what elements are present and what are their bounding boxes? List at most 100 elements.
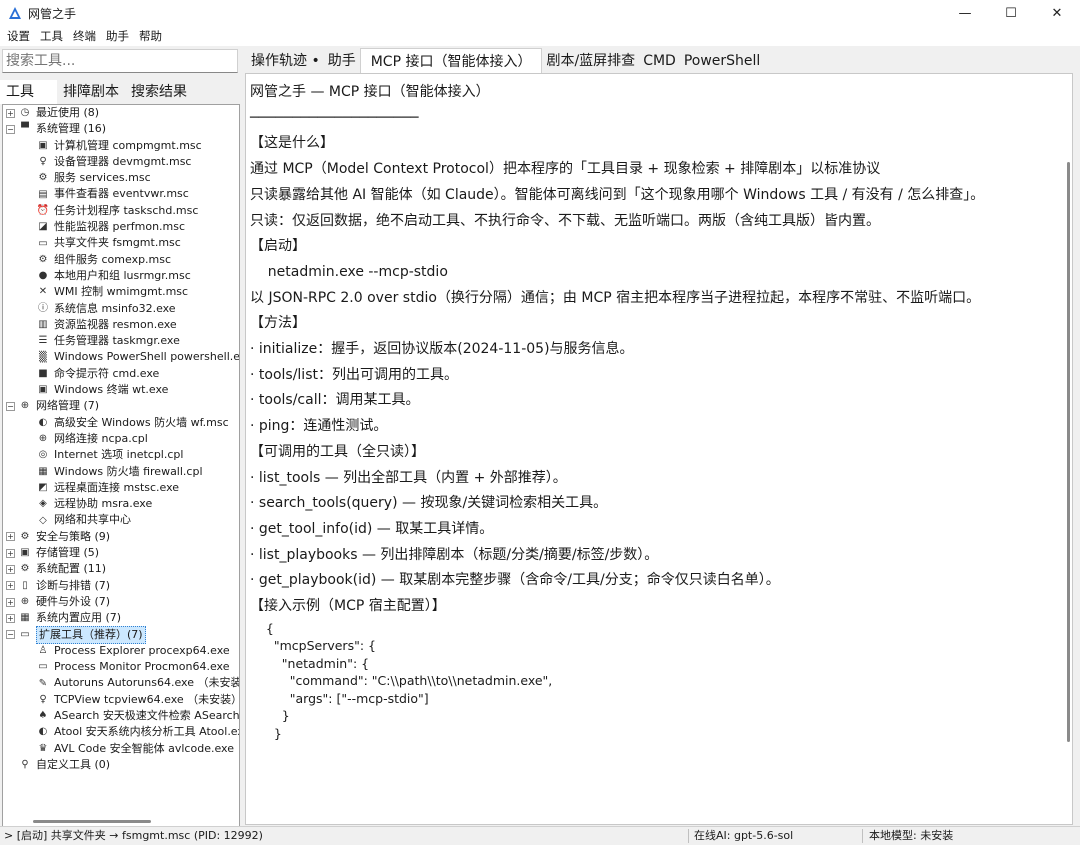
tree-label: Process Monitor Procmon64.exe xyxy=(54,660,230,674)
tree-item[interactable]: ⊕ 网络连接 ncpa.cpl xyxy=(3,431,239,447)
tree-item[interactable]: ◐ 高级安全 Windows 防火墙 wf.msc xyxy=(3,415,239,431)
tab-action-trace[interactable]: 操作轨迹 • xyxy=(247,48,324,74)
expand-icon[interactable]: + xyxy=(6,613,15,623)
tree-category[interactable]: + ▯ 诊断与排错 (7) xyxy=(3,578,239,594)
menu-tools[interactable]: 工具 xyxy=(35,26,68,46)
tab-mcp-interface[interactable]: MCP 接口（智能体接入） xyxy=(359,48,543,74)
tree-item[interactable]: ◈ 远程协助 msra.exe xyxy=(3,496,239,512)
tree-item[interactable]: ▥ 资源监视器 resmon.exe xyxy=(3,317,239,333)
expand-icon[interactable]: + xyxy=(6,597,15,607)
tree-horizontal-scrollbar[interactable] xyxy=(33,820,151,823)
doc-line: 【可调用的工具（全只读）】 xyxy=(250,443,425,460)
tree-item[interactable]: ▭ Process Monitor Procmon64.exe xyxy=(3,659,239,675)
tree-item[interactable]: ▣ 计算机管理 compmgmt.msc xyxy=(3,138,239,154)
tree-category[interactable]: + ⚙ 系统配置 (11) xyxy=(3,561,239,577)
tree-category[interactable]: ⚲ 自定义工具 (0) xyxy=(3,757,239,773)
maximize-button[interactable]: ☐ xyxy=(988,0,1034,26)
performance-chart-icon: ◪ xyxy=(38,221,48,233)
tree-item[interactable]: ⚙ 组件服务 comexp.msc xyxy=(3,252,239,268)
minimize-button[interactable]: — xyxy=(942,0,988,26)
expand-icon[interactable]: + xyxy=(6,108,15,118)
tree-item[interactable]: ⓘ 系统信息 msinfo32.exe xyxy=(3,301,239,317)
tree-category[interactable]: + ▣ 存储管理 (5) xyxy=(3,545,239,561)
collapse-icon[interactable]: − xyxy=(6,630,15,640)
tree-item[interactable]: ⏰ 任务计划程序 taskschd.msc xyxy=(3,203,239,219)
menu-assistant[interactable]: 助手 xyxy=(101,26,134,46)
tab-tools[interactable]: 工具 xyxy=(0,80,57,104)
tree-item[interactable]: ▦ Windows 防火墙 firewall.cpl xyxy=(3,464,239,480)
tree-item[interactable]: ◩ 远程桌面连接 mstsc.exe xyxy=(3,480,239,496)
menu-help[interactable]: 帮助 xyxy=(134,26,167,46)
tree-item[interactable]: ◎ Internet 选项 inetcpl.cpl xyxy=(3,447,239,463)
tree-category[interactable]: + ⚙ 安全与策略 (9) xyxy=(3,529,239,545)
tree-label: 计算机管理 compmgmt.msc xyxy=(54,138,202,152)
tree-item[interactable]: ✕ WMI 控制 wmimgmt.msc xyxy=(3,284,239,300)
tab-playbook-bsod[interactable]: 剧本/蓝屏排查 xyxy=(542,48,639,74)
tree-label: 网络和共享中心 xyxy=(54,513,131,527)
tree-label: 组件服务 comexp.msc xyxy=(54,252,172,266)
tree-item[interactable]: ◇ 网络和共享中心 xyxy=(3,512,239,528)
tree-item[interactable]: ♀ 设备管理器 devmgmt.msc xyxy=(3,154,239,170)
content-vertical-scrollbar[interactable] xyxy=(1067,162,1070,742)
tab-assistant[interactable]: 助手 xyxy=(324,48,360,74)
tree-label: 网络管理 (7) xyxy=(36,399,100,413)
tree-item[interactable]: ● 本地用户和组 lusrmgr.msc xyxy=(3,268,239,284)
collapse-icon[interactable]: − xyxy=(6,124,15,134)
menu-settings[interactable]: 设置 xyxy=(2,26,35,46)
tab-cmd[interactable]: CMD xyxy=(639,48,680,74)
tree-item[interactable]: ▣ Windows 终端 wt.exe xyxy=(3,382,239,398)
asearch-icon: ♠ xyxy=(38,710,48,722)
tree-category[interactable]: − ▭ 扩展工具（推荐）(7) xyxy=(3,625,239,644)
tree-item[interactable]: ♛ AVL Code 安全智能体 avlcode.exe xyxy=(3,741,239,757)
tree-label: 命令提示符 cmd.exe xyxy=(54,366,160,380)
tree-item[interactable]: ♙ Process Explorer procexp64.exe xyxy=(3,643,239,659)
status-divider xyxy=(862,829,863,843)
tree-item[interactable]: ☰ 任务管理器 taskmgr.exe xyxy=(3,333,239,349)
tree-label: 扩展工具（推荐）(7) xyxy=(36,625,146,644)
atool-icon: ◐ xyxy=(38,726,48,738)
doc-line: ──────────────────── xyxy=(250,109,419,126)
tree-label: 任务管理器 taskmgr.exe xyxy=(54,334,180,348)
tree-item[interactable]: ◐ Atool 安天系统内核分析工具 Atool.exe xyxy=(3,724,239,740)
tree-item[interactable]: ■ 命令提示符 cmd.exe xyxy=(3,366,239,382)
tool-search-input[interactable] xyxy=(2,49,238,73)
bar-chart-icon: ▥ xyxy=(38,319,48,330)
collapse-icon[interactable]: − xyxy=(6,401,15,411)
tab-playbooks[interactable]: 排障剧本 xyxy=(57,80,125,104)
config-gear-icon: ⚙ xyxy=(20,563,30,575)
tab-search-results[interactable]: 搜索结果 xyxy=(125,80,193,104)
tab-powershell[interactable]: PowerShell xyxy=(680,48,764,74)
menu-terminal[interactable]: 终端 xyxy=(68,26,101,46)
doc-line: 以 JSON-RPC 2.0 over stdio（换行分隔）通信；由 MCP … xyxy=(250,289,981,306)
tree-category[interactable]: + ⊕ 硬件与外设 (7) xyxy=(3,594,239,610)
tree-label: 远程协助 msra.exe xyxy=(54,497,153,511)
tree-category[interactable]: + ▦ 系统内置应用 (7) xyxy=(3,610,239,626)
tree-item[interactable]: ♠ ASearch 安天极速文件检索 ASearch xyxy=(3,708,239,724)
tree-label: 系统内置应用 (7) xyxy=(36,611,122,625)
builtin-apps-icon: ▦ xyxy=(20,612,30,624)
tree-item[interactable]: ✎ Autoruns Autoruns64.exe （未安装） xyxy=(3,675,239,691)
task-list-icon: ☰ xyxy=(38,335,48,347)
tree-item[interactable]: ◪ 性能监视器 perfmon.msc xyxy=(3,219,239,235)
expand-icon[interactable]: + xyxy=(6,548,15,558)
tree-category[interactable]: − ▀ 系统管理 (16) xyxy=(3,121,239,137)
tree-category[interactable]: − ⊕ 网络管理 (7) xyxy=(3,398,239,414)
tree-item[interactable]: ♀ TCPView tcpview64.exe （未安装） xyxy=(3,692,239,708)
tree-label: 资源监视器 resmon.exe xyxy=(54,317,177,331)
tree-label: Autoruns Autoruns64.exe （未安装） xyxy=(54,676,240,690)
tree-label: 系统配置 (11) xyxy=(36,562,107,576)
tree-category[interactable]: + ◷ 最近使用 (8) xyxy=(3,105,239,121)
tool-tree[interactable]: + ◷ 最近使用 (8) − ▀ 系统管理 (16) ▣ 计算机管理 compmgmt.msc… xyxy=(2,104,240,828)
tree-item[interactable]: ▒ Windows PowerShell powershell.exe xyxy=(3,349,239,365)
tree-label: 诊断与排错 (7) xyxy=(36,578,111,592)
right-panel: 操作轨迹 • 助手 MCP 接口（智能体接入） 剧本/蓝屏排查 CMD PowerShel… xyxy=(243,46,1080,826)
tree-item[interactable]: ⚙ 服务 services.msc xyxy=(3,170,239,186)
expand-icon[interactable]: + xyxy=(6,532,15,542)
close-button[interactable]: ✕ xyxy=(1034,0,1080,26)
expand-icon[interactable]: + xyxy=(6,581,15,591)
tree-item[interactable]: ▤ 事件查看器 eventvwr.msc xyxy=(3,186,239,202)
expand-icon[interactable]: + xyxy=(6,564,15,574)
hardware-icon: ⊕ xyxy=(20,596,30,608)
tree-item[interactable]: ▭ 共享文件夹 fsmgmt.msc xyxy=(3,235,239,251)
globe-icon: ⊕ xyxy=(20,400,30,412)
